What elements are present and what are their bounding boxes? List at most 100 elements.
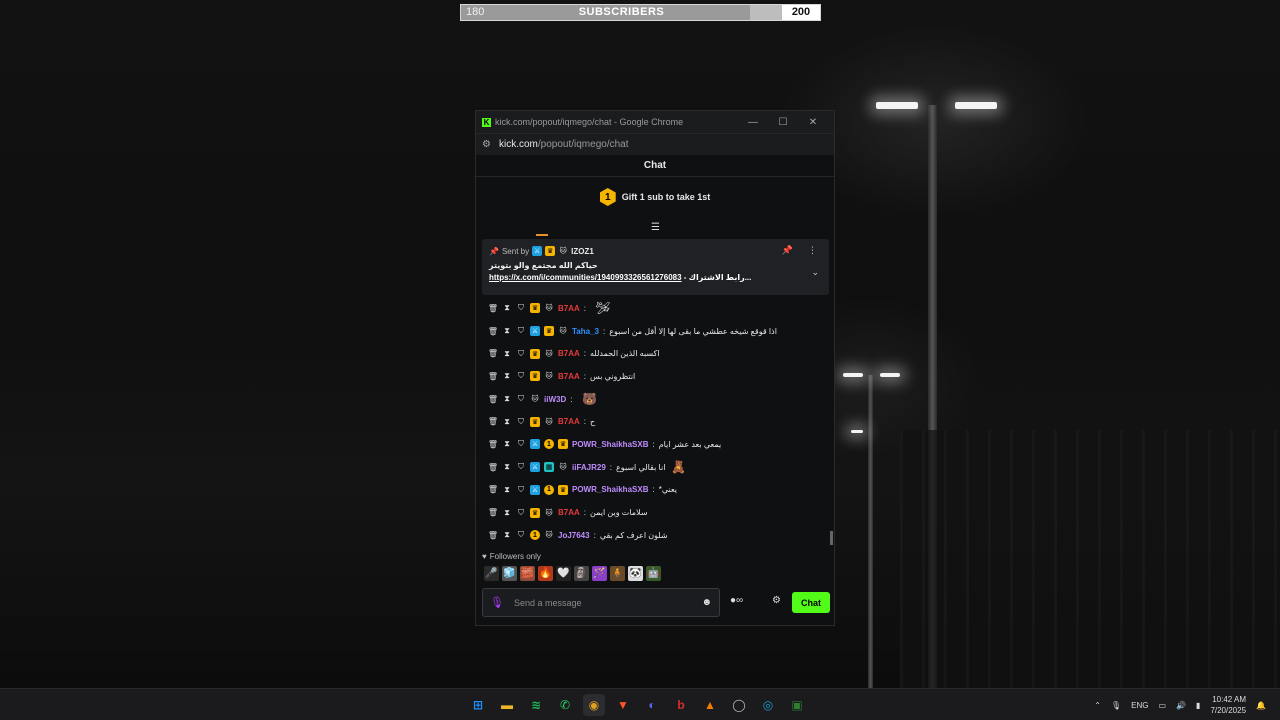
shield-icon[interactable]: ⛉ [516,303,526,313]
chat-message-row[interactable]: 🗑 ⧗ ⛉ ⚔ 1 ♛ POWR_ShaikhaSXB: يمعي بعد عشر ايام [488,433,828,456]
taskbar-brave-icon[interactable]: ▼ [612,694,634,716]
timeout-icon[interactable]: ⧗ [502,439,512,449]
chat-username[interactable]: B7AA [558,304,580,313]
filter-icon[interactable]: ☰ [651,222,660,233]
timeout-icon[interactable]: ⧗ [502,371,512,381]
chat-message-input[interactable] [513,597,702,608]
chat-username[interactable]: B7AA [558,417,580,426]
quick-emote[interactable]: 🧊 [502,566,517,581]
timeout-icon[interactable]: ⧗ [502,326,512,336]
timeout-icon[interactable]: ⧗ [502,303,512,313]
chevron-up-icon[interactable]: ⌃ [1094,701,1101,710]
chat-message-row[interactable]: 🗑 ⧗ ⛉ ♛ 🐱 B7AA: 🛩 [488,297,828,320]
chat-username[interactable]: iiFAJR29 [572,463,606,472]
delete-icon[interactable]: 🗑 [488,439,498,449]
chat-message-row[interactable]: 🗑 ⧗ ⛉ ♛ 🐱 B7AA: سلامات وين ايمن [488,501,828,524]
pinned-username[interactable]: IZOZ1 [571,247,594,256]
send-chat-button[interactable]: Chat [792,592,830,613]
quick-emote[interactable]: 🎤 [484,566,499,581]
quick-emote[interactable]: 🧱 [520,566,535,581]
taskbar-steam-icon[interactable]: ◎ [757,694,779,716]
timeout-icon[interactable]: ⧗ [502,462,512,472]
chat-message-list[interactable]: 🗑 ⧗ ⛉ ♛ 🐱 B7AA: 🛩 🗑 ⧗ ⛉ ⚔ ♛ 🐱 Taha_3: اذا قوقع شيخه عط… [488,297,828,547]
delete-icon[interactable]: 🗑 [488,371,498,381]
taskbar-windows-icon[interactable]: ⊞ [467,694,489,716]
taskbar-whatsapp-icon[interactable]: ✆ [554,694,576,716]
taskbar-app-orange-icon[interactable]: ▲ [699,694,721,716]
taskbar-discord-icon[interactable]: ◐ [641,694,663,716]
notification-bell-icon[interactable]: 🔔 [1256,701,1266,710]
delete-icon[interactable]: 🗑 [488,462,498,472]
battery-icon[interactable]: ▮ [1196,701,1200,710]
delete-icon[interactable]: 🗑 [488,303,498,313]
delete-icon[interactable]: 🗑 [488,326,498,336]
chat-message-row[interactable]: 🗑 ⧗ ⛉ 🐱 iiW3D: 🐻 [488,388,828,411]
chevron-down-icon[interactable]: ⌄ [811,267,819,278]
quick-emote[interactable]: 🔥 [538,566,553,581]
delete-icon[interactable]: 🗑 [488,530,498,540]
more-options-icon[interactable]: ⋮ [808,245,817,256]
timeout-icon[interactable]: ⧗ [502,349,512,359]
gift-sub-banner[interactable]: 1 Gift 1 sub to take 1st [476,177,834,217]
shield-icon[interactable]: ⛉ [516,371,526,381]
shield-icon[interactable]: ⛉ [516,508,526,518]
taskbar-spotify-icon[interactable]: ≋ [525,694,547,716]
chat-username[interactable]: B7AA [558,508,580,517]
chat-message-row[interactable]: 🗑 ⧗ ⛉ ♛ 🐱 B7AA: اكسبه الذين الحمدلله [488,342,828,365]
taskbar-app-red-icon[interactable]: b [670,694,692,716]
chat-message-row[interactable]: 🗑 ⧗ ⛉ ♛ 🐱 B7AA: انتظروني بس [488,365,828,388]
shield-icon[interactable]: ⛉ [516,394,526,404]
chat-settings-gear-icon[interactable]: ⚙ [772,595,781,606]
chat-username[interactable]: iiW3D [544,395,566,404]
shield-icon[interactable]: ⛉ [516,439,526,449]
quick-emote[interactable]: 🐼 [628,566,643,581]
language-indicator[interactable]: ENG [1131,701,1148,710]
network-icon[interactable]: ▭ [1159,701,1167,710]
delete-icon[interactable]: 🗑 [488,485,498,495]
delete-icon[interactable]: 🗑 [488,508,498,518]
clock[interactable]: 10:42 AM 7/20/2025 [1210,694,1246,716]
chat-username[interactable]: B7AA [558,372,580,381]
chat-input-box[interactable]: 🎙 ☻ [482,588,720,617]
volume-icon[interactable]: 🔊 [1176,701,1186,710]
maximize-button[interactable]: ☐ [768,117,798,128]
chat-username[interactable]: POWR_ShaikhaSXB [572,485,648,494]
taskbar-chrome-icon[interactable]: ◉ [583,694,605,716]
taskbar-app-github-icon[interactable]: ◯ [728,694,750,716]
quick-emote[interactable]: 🤖 [646,566,661,581]
chat-username[interactable]: POWR_ShaikhaSXB [572,440,648,449]
chat-username[interactable]: Taha_3 [572,327,599,336]
chat-message-row[interactable]: 🗑 ⧗ ⛉ 1 🐱 JoJ7643: شلون اعرف كم بقي [488,524,828,547]
shield-icon[interactable]: ⛉ [516,326,526,336]
shield-icon[interactable]: ⛉ [516,417,526,427]
window-titlebar[interactable]: K kick.com/popout/iqmego/chat - Google C… [476,111,834,133]
quick-emote[interactable]: 🤍 [556,566,571,581]
delete-icon[interactable]: 🗑 [488,417,498,427]
chat-message-row[interactable]: 🗑 ⧗ ⛉ ♛ 🐱 B7AA: ح [488,410,828,433]
shield-icon[interactable]: ⛉ [516,530,526,540]
microphone-tray-icon[interactable]: 🎙 [1111,701,1121,710]
close-button[interactable]: ✕ [798,117,828,128]
shield-icon[interactable]: ⛉ [516,349,526,359]
minimize-button[interactable]: — [738,117,768,128]
taskbar-app-green-icon[interactable]: ▣ [786,694,808,716]
site-settings-icon[interactable]: ⚙ [482,139,491,150]
address-bar[interactable]: ⚙ kick.com/popout/iqmego/chat [476,133,834,155]
quick-emote[interactable]: 🪄 [592,566,607,581]
timeout-icon[interactable]: ⧗ [502,394,512,404]
microphone-icon[interactable]: 🎙 [490,596,504,609]
delete-icon[interactable]: 🗑 [488,349,498,359]
timeout-icon[interactable]: ⧗ [502,417,512,427]
channel-points-icon[interactable]: ●∞ [730,595,743,606]
taskbar-file-explorer-icon[interactable]: ▬ [496,694,518,716]
timeout-icon[interactable]: ⧗ [502,508,512,518]
delete-icon[interactable]: 🗑 [488,394,498,404]
timeout-icon[interactable]: ⧗ [502,530,512,540]
chat-scrollbar[interactable] [830,531,833,545]
timeout-icon[interactable]: ⧗ [502,485,512,495]
shield-icon[interactable]: ⛉ [516,462,526,472]
pinned-link[interactable]: https://x.com/i/communities/194099332656… [489,273,682,282]
emote-picker-icon[interactable]: ☻ [701,597,712,608]
quick-emote[interactable]: 🗿 [574,566,589,581]
chat-message-row[interactable]: 🗑 ⧗ ⛉ ⚔ 1 ♛ POWR_ShaikhaSXB: يعني* [488,479,828,502]
